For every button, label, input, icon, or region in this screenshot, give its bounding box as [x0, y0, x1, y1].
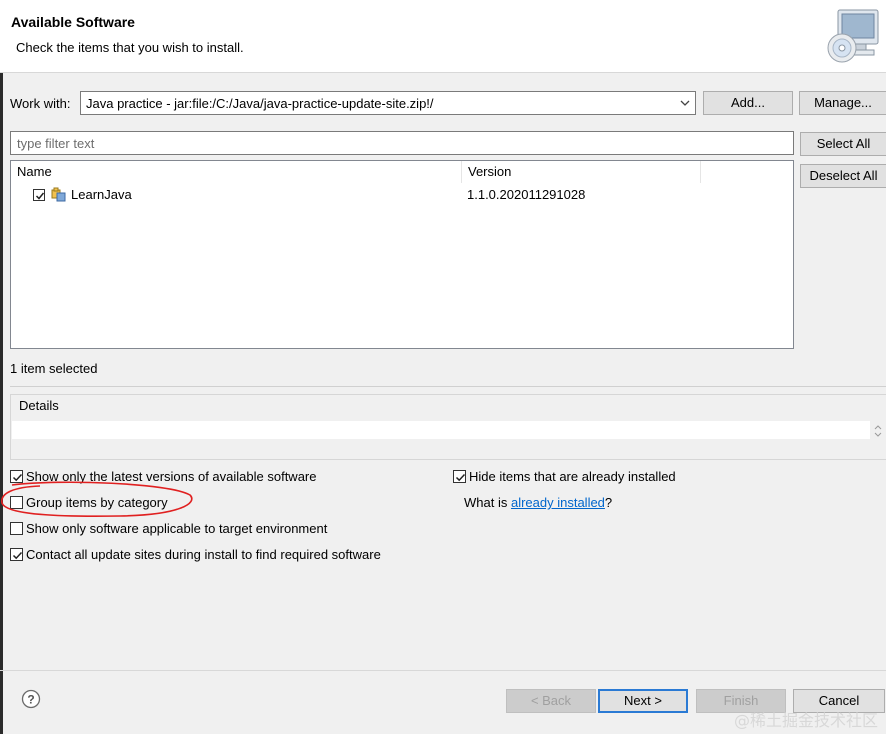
contact-sites-label: Contact all update sites during install … — [26, 547, 381, 562]
what-is-installed-text: What is already installed? — [464, 495, 612, 510]
option-hide-installed[interactable]: Hide items that are already installed — [453, 469, 753, 487]
install-computer-icon — [824, 8, 880, 64]
filter-field[interactable] — [10, 131, 794, 155]
work-with-value: Java practice - jar:file:/C:/Java/java-p… — [86, 96, 434, 111]
chevron-down-icon[interactable] — [679, 96, 691, 110]
show-applicable-checkbox[interactable] — [10, 522, 23, 535]
column-header-version[interactable]: Version — [462, 161, 701, 183]
page-subtitle: Check the items that you wish to install… — [16, 40, 244, 55]
contact-sites-checkbox[interactable] — [10, 548, 23, 561]
details-label: Details — [19, 398, 59, 413]
what-is-suffix: ? — [604, 495, 613, 510]
wizard-header — [0, 0, 886, 73]
select-all-button[interactable]: Select All — [800, 132, 886, 156]
filter-input[interactable] — [15, 135, 779, 152]
annotation-circle — [0, 481, 196, 519]
work-with-combo[interactable]: Java practice - jar:file:/C:/Java/java-p… — [80, 91, 696, 115]
work-with-label: Work with: — [10, 96, 71, 111]
watermark: @稀土掘金技术社区 — [733, 711, 878, 730]
feature-plugin-icon — [51, 187, 67, 203]
show-applicable-label: Show only software applicable to target … — [26, 521, 328, 536]
option-show-applicable[interactable]: Show only software applicable to target … — [10, 521, 430, 539]
hide-installed-label: Hide items that are already installed — [469, 469, 676, 484]
column-header-name[interactable]: Name — [11, 161, 462, 183]
selection-status: 1 item selected — [10, 361, 98, 376]
add-button[interactable]: Add... — [703, 91, 793, 115]
row-name: LearnJava — [71, 187, 132, 202]
next-button[interactable]: Next > — [598, 689, 688, 713]
row-checkbox[interactable] — [33, 189, 45, 201]
row-version: 1.1.0.202011291028 — [467, 187, 586, 202]
details-scroll-arrows[interactable] — [873, 422, 883, 440]
hide-installed-checkbox[interactable] — [453, 470, 466, 483]
divider — [10, 386, 886, 387]
already-installed-link[interactable]: already installed — [511, 495, 605, 510]
software-table[interactable]: Name Version LearnJava 1.1.0.20201129102… — [10, 160, 794, 349]
help-icon[interactable]: ? — [21, 689, 41, 709]
page-title: Available Software — [11, 14, 135, 30]
manage-button[interactable]: Manage... — [799, 91, 886, 115]
window-edge — [0, 0, 3, 734]
table-row[interactable]: LearnJava 1.1.0.202011291028 — [11, 183, 793, 205]
svg-text:?: ? — [27, 693, 34, 707]
what-is-prefix: What is — [464, 495, 511, 510]
option-contact-sites[interactable]: Contact all update sites during install … — [10, 547, 430, 565]
footer-divider — [0, 670, 886, 671]
deselect-all-button[interactable]: Deselect All — [800, 164, 886, 188]
back-button[interactable]: < Back — [506, 689, 596, 713]
details-text-area[interactable] — [12, 421, 870, 439]
